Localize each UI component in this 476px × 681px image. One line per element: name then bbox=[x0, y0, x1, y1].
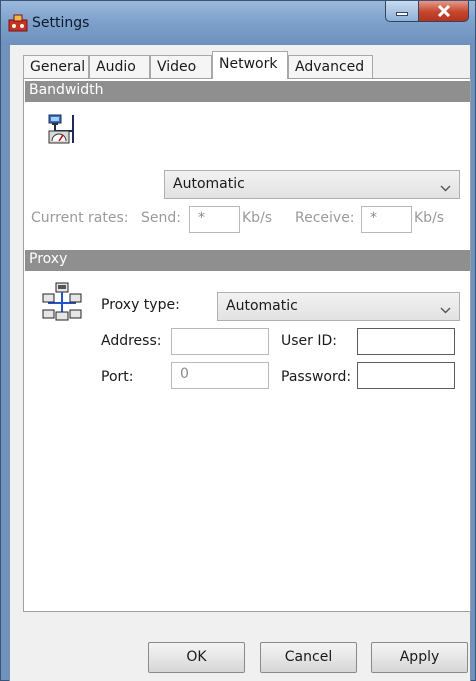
password-label: Password: bbox=[281, 369, 352, 385]
bandwidth-mode-value: Automatic bbox=[173, 176, 245, 192]
send-rate-field[interactable]: * bbox=[189, 206, 240, 233]
password-field[interactable] bbox=[357, 362, 455, 389]
current-rates-label: Current rates: bbox=[31, 210, 129, 226]
receive-rate-field[interactable]: * bbox=[361, 206, 412, 233]
ok-button[interactable]: OK bbox=[148, 642, 245, 673]
user-id-label: User ID: bbox=[281, 333, 337, 349]
chevron-down-icon bbox=[440, 180, 451, 196]
close-button[interactable] bbox=[418, 1, 469, 22]
chevron-down-icon bbox=[440, 302, 451, 318]
tab-advanced[interactable]: Advanced bbox=[288, 55, 373, 78]
send-label: Send: bbox=[141, 210, 181, 226]
minimize-icon bbox=[396, 12, 408, 16]
proxy-type-dropdown[interactable]: Automatic bbox=[217, 292, 460, 321]
user-id-field[interactable] bbox=[357, 328, 455, 355]
address-label: Address: bbox=[101, 333, 162, 349]
bandwidth-header: Bandwidth bbox=[25, 81, 470, 102]
address-field[interactable] bbox=[171, 328, 269, 355]
network-meter-icon bbox=[47, 113, 79, 149]
app-icon bbox=[8, 14, 28, 32]
dialog-client-area: General Audio Video Network Advanced Ban… bbox=[9, 45, 471, 681]
window-title: Settings bbox=[32, 15, 90, 31]
apply-button[interactable]: Apply bbox=[371, 642, 468, 673]
receive-label: Receive: bbox=[295, 210, 355, 226]
network-tree-icon bbox=[42, 282, 82, 326]
tab-general[interactable]: General bbox=[23, 55, 89, 78]
port-field[interactable]: 0 bbox=[171, 362, 269, 389]
send-unit-label: Kb/s bbox=[242, 210, 273, 226]
cancel-button[interactable]: Cancel bbox=[260, 642, 357, 673]
receive-unit-label: Kb/s bbox=[414, 210, 445, 226]
settings-window: Settings General Audio Video Network Adv… bbox=[0, 0, 476, 681]
bandwidth-mode-dropdown[interactable]: Automatic bbox=[164, 170, 460, 199]
tab-audio[interactable]: Audio bbox=[89, 55, 150, 78]
close-icon bbox=[437, 5, 451, 17]
tab-network[interactable]: Network bbox=[212, 51, 288, 79]
port-label: Port: bbox=[101, 369, 134, 385]
minimize-button[interactable] bbox=[385, 1, 419, 22]
tab-video[interactable]: Video bbox=[150, 55, 212, 78]
proxy-type-label: Proxy type: bbox=[101, 297, 180, 313]
network-panel: Bandwidth Automatic Current rates: Send:… bbox=[23, 78, 471, 612]
proxy-header: Proxy bbox=[25, 250, 470, 271]
proxy-type-value: Automatic bbox=[226, 298, 298, 314]
title-bar[interactable]: Settings bbox=[1, 1, 475, 45]
